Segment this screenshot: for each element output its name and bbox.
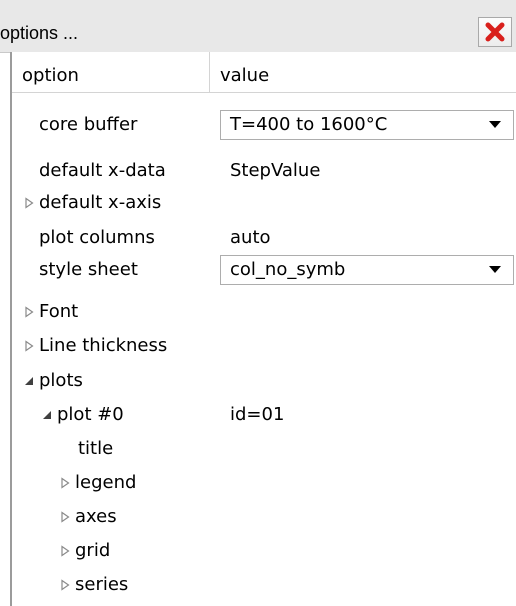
close-button[interactable] <box>478 17 512 47</box>
triangle-right-outline-icon[interactable] <box>59 477 71 489</box>
row-label: title <box>78 438 114 459</box>
triangle-right-outline-icon[interactable] <box>59 511 71 523</box>
close-icon <box>485 22 505 42</box>
row-label: default x-axis <box>39 192 162 213</box>
row-value: auto <box>230 227 271 248</box>
triangle-down-filled-icon[interactable] <box>23 375 35 387</box>
triangle-down-filled-icon[interactable] <box>41 409 53 421</box>
style-sheet-select[interactable]: col_no_symb <box>220 255 514 285</box>
row-label: plot #0 <box>57 404 124 425</box>
header-separator[interactable] <box>209 52 210 92</box>
row-label: grid <box>75 540 111 561</box>
options-panel: options ... option value core buffer T=4… <box>0 0 516 606</box>
row-default-x-data[interactable]: default x-data StepValue <box>12 154 516 188</box>
row-label: Line thickness <box>39 335 168 356</box>
title-bar: options ... <box>0 0 516 53</box>
row-title[interactable]: title <box>12 432 516 466</box>
row-style-sheet[interactable]: style sheet col_no_symb <box>12 253 516 287</box>
row-plots[interactable]: plots <box>12 364 516 398</box>
combo-value: col_no_symb <box>230 259 346 280</box>
row-label: style sheet <box>39 259 138 280</box>
row-core-buffer[interactable]: core buffer T=400 to 1600°C <box>12 108 516 142</box>
row-label: plot columns <box>39 227 155 248</box>
row-label: default x-data <box>39 160 166 181</box>
row-label: Font <box>39 301 79 322</box>
row-label: series <box>75 574 129 595</box>
core-buffer-select[interactable]: T=400 to 1600°C <box>220 110 514 140</box>
row-plot-0[interactable]: plot #0 id=01 <box>12 398 516 432</box>
header-value[interactable]: value <box>220 65 269 87</box>
row-label: axes <box>75 506 117 527</box>
triangle-right-outline-icon[interactable] <box>23 306 35 318</box>
row-label: core buffer <box>39 114 138 135</box>
row-value: StepValue <box>230 160 321 181</box>
row-line-thickness[interactable]: Line thickness <box>12 329 516 363</box>
row-series[interactable]: series <box>12 568 516 602</box>
column-header: option value <box>12 52 516 93</box>
row-legend[interactable]: legend <box>12 466 516 500</box>
row-default-x-axis[interactable]: default x-axis <box>12 186 516 220</box>
triangle-right-outline-icon[interactable] <box>59 545 71 557</box>
triangle-right-outline-icon[interactable] <box>23 340 35 352</box>
window-title: options ... <box>0 23 79 43</box>
row-label: legend <box>75 472 137 493</box>
row-label: plots <box>39 370 83 391</box>
header-option[interactable]: option <box>22 65 79 87</box>
combo-value: T=400 to 1600°C <box>230 114 388 135</box>
row-axes[interactable]: axes <box>12 500 516 534</box>
row-value: id=01 <box>230 404 285 425</box>
triangle-right-outline-icon[interactable] <box>23 197 35 209</box>
chevron-down-icon <box>489 121 501 128</box>
triangle-right-outline-icon[interactable] <box>59 579 71 591</box>
chevron-down-icon <box>489 266 501 273</box>
row-grid[interactable]: grid <box>12 534 516 568</box>
row-plot-columns[interactable]: plot columns auto <box>12 221 516 255</box>
row-font[interactable]: Font <box>12 295 516 329</box>
